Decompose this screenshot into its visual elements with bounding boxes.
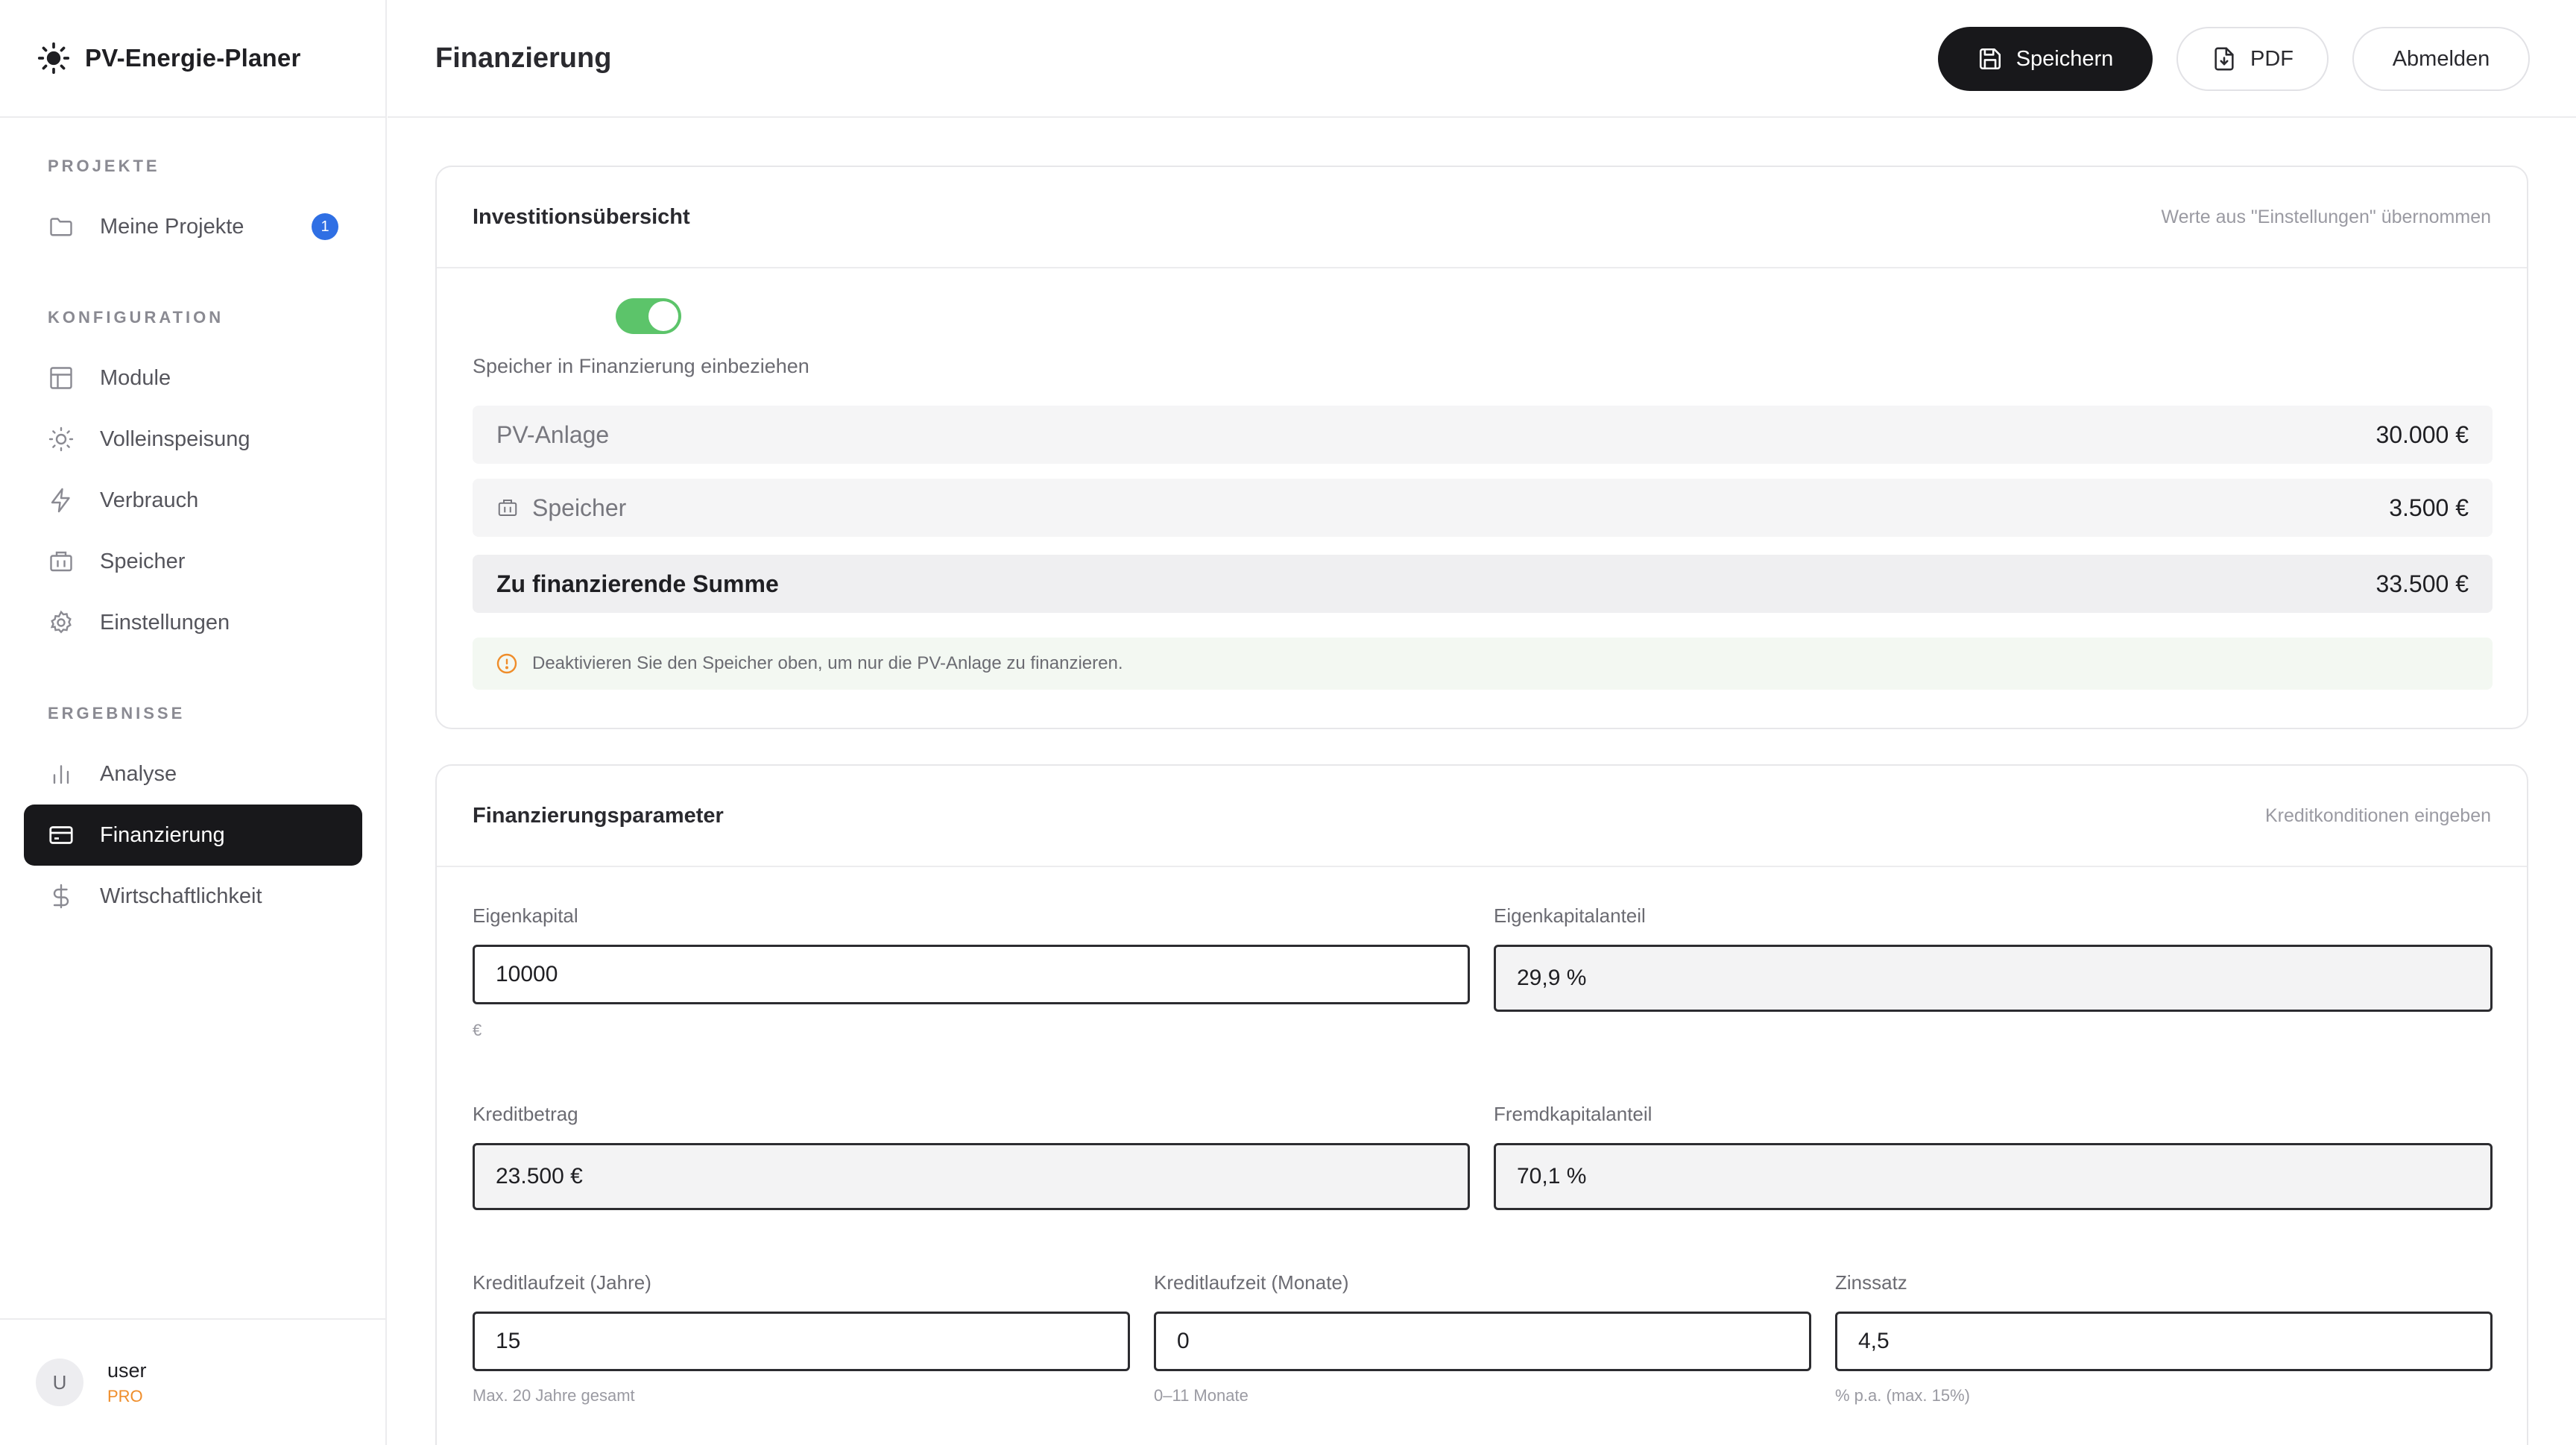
row-label: PV-Anlage bbox=[496, 421, 610, 448]
sidebar-item-label: Analyse bbox=[100, 761, 177, 786]
sidebar-item-label: Module bbox=[100, 365, 171, 390]
sidebar-item-label: Meine Projekte bbox=[100, 214, 244, 239]
gear-icon bbox=[48, 609, 75, 636]
logout-button-label: Abmelden bbox=[2392, 46, 2490, 71]
logout-button[interactable]: Abmelden bbox=[2352, 27, 2530, 91]
equity-label: Eigenkapital bbox=[473, 904, 578, 927]
toggle-knob bbox=[648, 301, 678, 331]
sidebar-item-economics[interactable]: Wirtschaftlichkeit bbox=[24, 866, 362, 927]
loan-amount-label: Kreditbetrag bbox=[473, 1103, 578, 1125]
sidebar-item-consumption[interactable]: Verbrauch bbox=[24, 470, 362, 531]
info-note: Deaktivieren Sie den Speicher oben, um n… bbox=[473, 638, 2493, 690]
card-title: Investitionsübersicht bbox=[473, 204, 690, 229]
sidebar-item-settings[interactable]: Einstellungen bbox=[24, 592, 362, 653]
interest-rate-input[interactable]: 4,5 bbox=[1835, 1312, 2493, 1371]
card-title: Finanzierungsparameter bbox=[473, 803, 724, 828]
sidebar-item-label: Speicher bbox=[100, 549, 186, 573]
sidebar-item-label: Finanzierung bbox=[100, 822, 225, 847]
user-name: user bbox=[107, 1359, 147, 1382]
storage-row: Speicher 3.500 € bbox=[473, 479, 2493, 537]
row-value: 33.500 € bbox=[2375, 570, 2469, 597]
sidebar: PV-Energie-Planer PROJEKTE Meine Projekt… bbox=[0, 0, 387, 1445]
pdf-button-label: PDF bbox=[2250, 46, 2294, 71]
card-body: Eigenkapital 10000 € Eigenkapitalanteil … bbox=[437, 867, 2527, 1445]
header: Finanzierung Speichern PDF Abmelden bbox=[388, 0, 2576, 118]
include-storage-toggle[interactable] bbox=[616, 298, 681, 334]
card-header: Finanzierungsparameter Kreditkonditionen… bbox=[437, 766, 2527, 867]
investment-overview-card: Investitionsübersicht Werte aus "Einstel… bbox=[435, 166, 2528, 729]
page-title: Finanzierung bbox=[435, 42, 612, 74]
layout-icon bbox=[48, 365, 75, 391]
interest-rate-hint: % p.a. (max. 15%) bbox=[1835, 1386, 1970, 1405]
section-label-results: ERGEBNISSE bbox=[48, 704, 186, 722]
brand[interactable]: PV-Energie-Planer bbox=[0, 0, 385, 118]
term-years-label: Kreditlaufzeit (Jahre) bbox=[473, 1271, 651, 1294]
row-label: Speicher bbox=[532, 494, 627, 521]
equity-input[interactable]: 10000 bbox=[473, 945, 1470, 1004]
equity-share-label: Eigenkapitalanteil bbox=[1494, 904, 1646, 927]
user-plan-badge: PRO bbox=[107, 1386, 143, 1405]
save-button-label: Speichern bbox=[2015, 46, 2114, 71]
bar-chart-icon bbox=[48, 761, 75, 787]
section-label-projects: PROJEKTE bbox=[48, 157, 160, 175]
sidebar-item-analysis[interactable]: Analyse bbox=[24, 743, 362, 805]
battery-icon bbox=[48, 548, 75, 575]
card-subtitle: Werte aus "Einstellungen" übernommen bbox=[2161, 206, 2491, 227]
sidebar-item-label: Volleinspeisung bbox=[100, 426, 250, 451]
dollar-icon bbox=[48, 883, 75, 910]
card-body: Speicher in Finanzierung einbeziehen PV-… bbox=[437, 268, 2527, 729]
sun-icon bbox=[48, 426, 75, 453]
term-months-input[interactable]: 0 bbox=[1154, 1312, 1811, 1371]
row-value: 30.000 € bbox=[2375, 421, 2469, 448]
sidebar-item-financing[interactable]: Finanzierung bbox=[24, 805, 362, 866]
term-years-hint: Max. 20 Jahre gesamt bbox=[473, 1386, 635, 1405]
app-root: PV-Energie-Planer PROJEKTE Meine Projekt… bbox=[0, 0, 2576, 1445]
include-storage-label: Speicher in Finanzierung einbeziehen bbox=[473, 355, 809, 377]
file-download-icon bbox=[2214, 47, 2234, 71]
folder-icon bbox=[48, 213, 75, 240]
card-subtitle: Kreditkonditionen eingeben bbox=[2264, 805, 2491, 826]
row-value: 3.500 € bbox=[2389, 494, 2469, 521]
sidebar-item-modules[interactable]: Module bbox=[24, 347, 362, 409]
row-label: Zu finanzierende Summe bbox=[496, 570, 779, 597]
financing-parameters-card: Finanzierungsparameter Kreditkonditionen… bbox=[435, 764, 2528, 1445]
debt-share-field: 70,1 % bbox=[1494, 1143, 2493, 1210]
section-label-configuration: KONFIGURATION bbox=[48, 308, 224, 327]
user-profile[interactable]: U user PRO bbox=[0, 1318, 385, 1445]
save-button[interactable]: Speichern bbox=[1938, 27, 2153, 91]
sun-icon bbox=[37, 42, 70, 75]
avatar: U bbox=[36, 1359, 83, 1406]
term-months-hint: 0–11 Monate bbox=[1154, 1386, 1248, 1405]
equity-share-field: 29,9 % bbox=[1494, 945, 2493, 1012]
card-header: Investitionsübersicht Werte aus "Einstel… bbox=[437, 167, 2527, 268]
save-icon bbox=[1979, 48, 2001, 70]
info-note-text: Deaktivieren Sie den Speicher oben, um n… bbox=[532, 653, 1123, 673]
term-months-label: Kreditlaufzeit (Monate) bbox=[1154, 1271, 1349, 1294]
battery-icon bbox=[498, 500, 517, 516]
interest-rate-label: Zinssatz bbox=[1835, 1271, 1907, 1294]
total-financing-row: Zu finanzierende Summe 33.500 € bbox=[473, 555, 2493, 613]
row-label-group: Speicher bbox=[496, 494, 626, 522]
projects-count-badge: 1 bbox=[312, 213, 338, 240]
credit-card-icon bbox=[48, 822, 75, 849]
loan-amount-field: 23.500 € bbox=[473, 1143, 1470, 1210]
sidebar-item-feed-in[interactable]: Volleinspeisung bbox=[24, 409, 362, 470]
bolt-icon bbox=[48, 487, 75, 514]
term-years-input[interactable]: 15 bbox=[473, 1312, 1130, 1371]
pdf-button[interactable]: PDF bbox=[2176, 27, 2329, 91]
pv-system-row: PV-Anlage 30.000 € bbox=[473, 406, 2493, 464]
app-name: PV-Energie-Planer bbox=[85, 44, 301, 72]
info-icon bbox=[496, 653, 517, 674]
equity-unit-hint: € bbox=[473, 1021, 482, 1039]
sidebar-item-storage[interactable]: Speicher bbox=[24, 531, 362, 592]
sidebar-item-label: Wirtschaftlichkeit bbox=[100, 884, 262, 908]
sidebar-item-label: Verbrauch bbox=[100, 488, 199, 512]
sidebar-item-projects[interactable]: Meine Projekte 1 bbox=[24, 196, 362, 257]
sidebar-item-label: Einstellungen bbox=[100, 610, 230, 635]
debt-share-label: Fremdkapitalanteil bbox=[1494, 1103, 1652, 1125]
